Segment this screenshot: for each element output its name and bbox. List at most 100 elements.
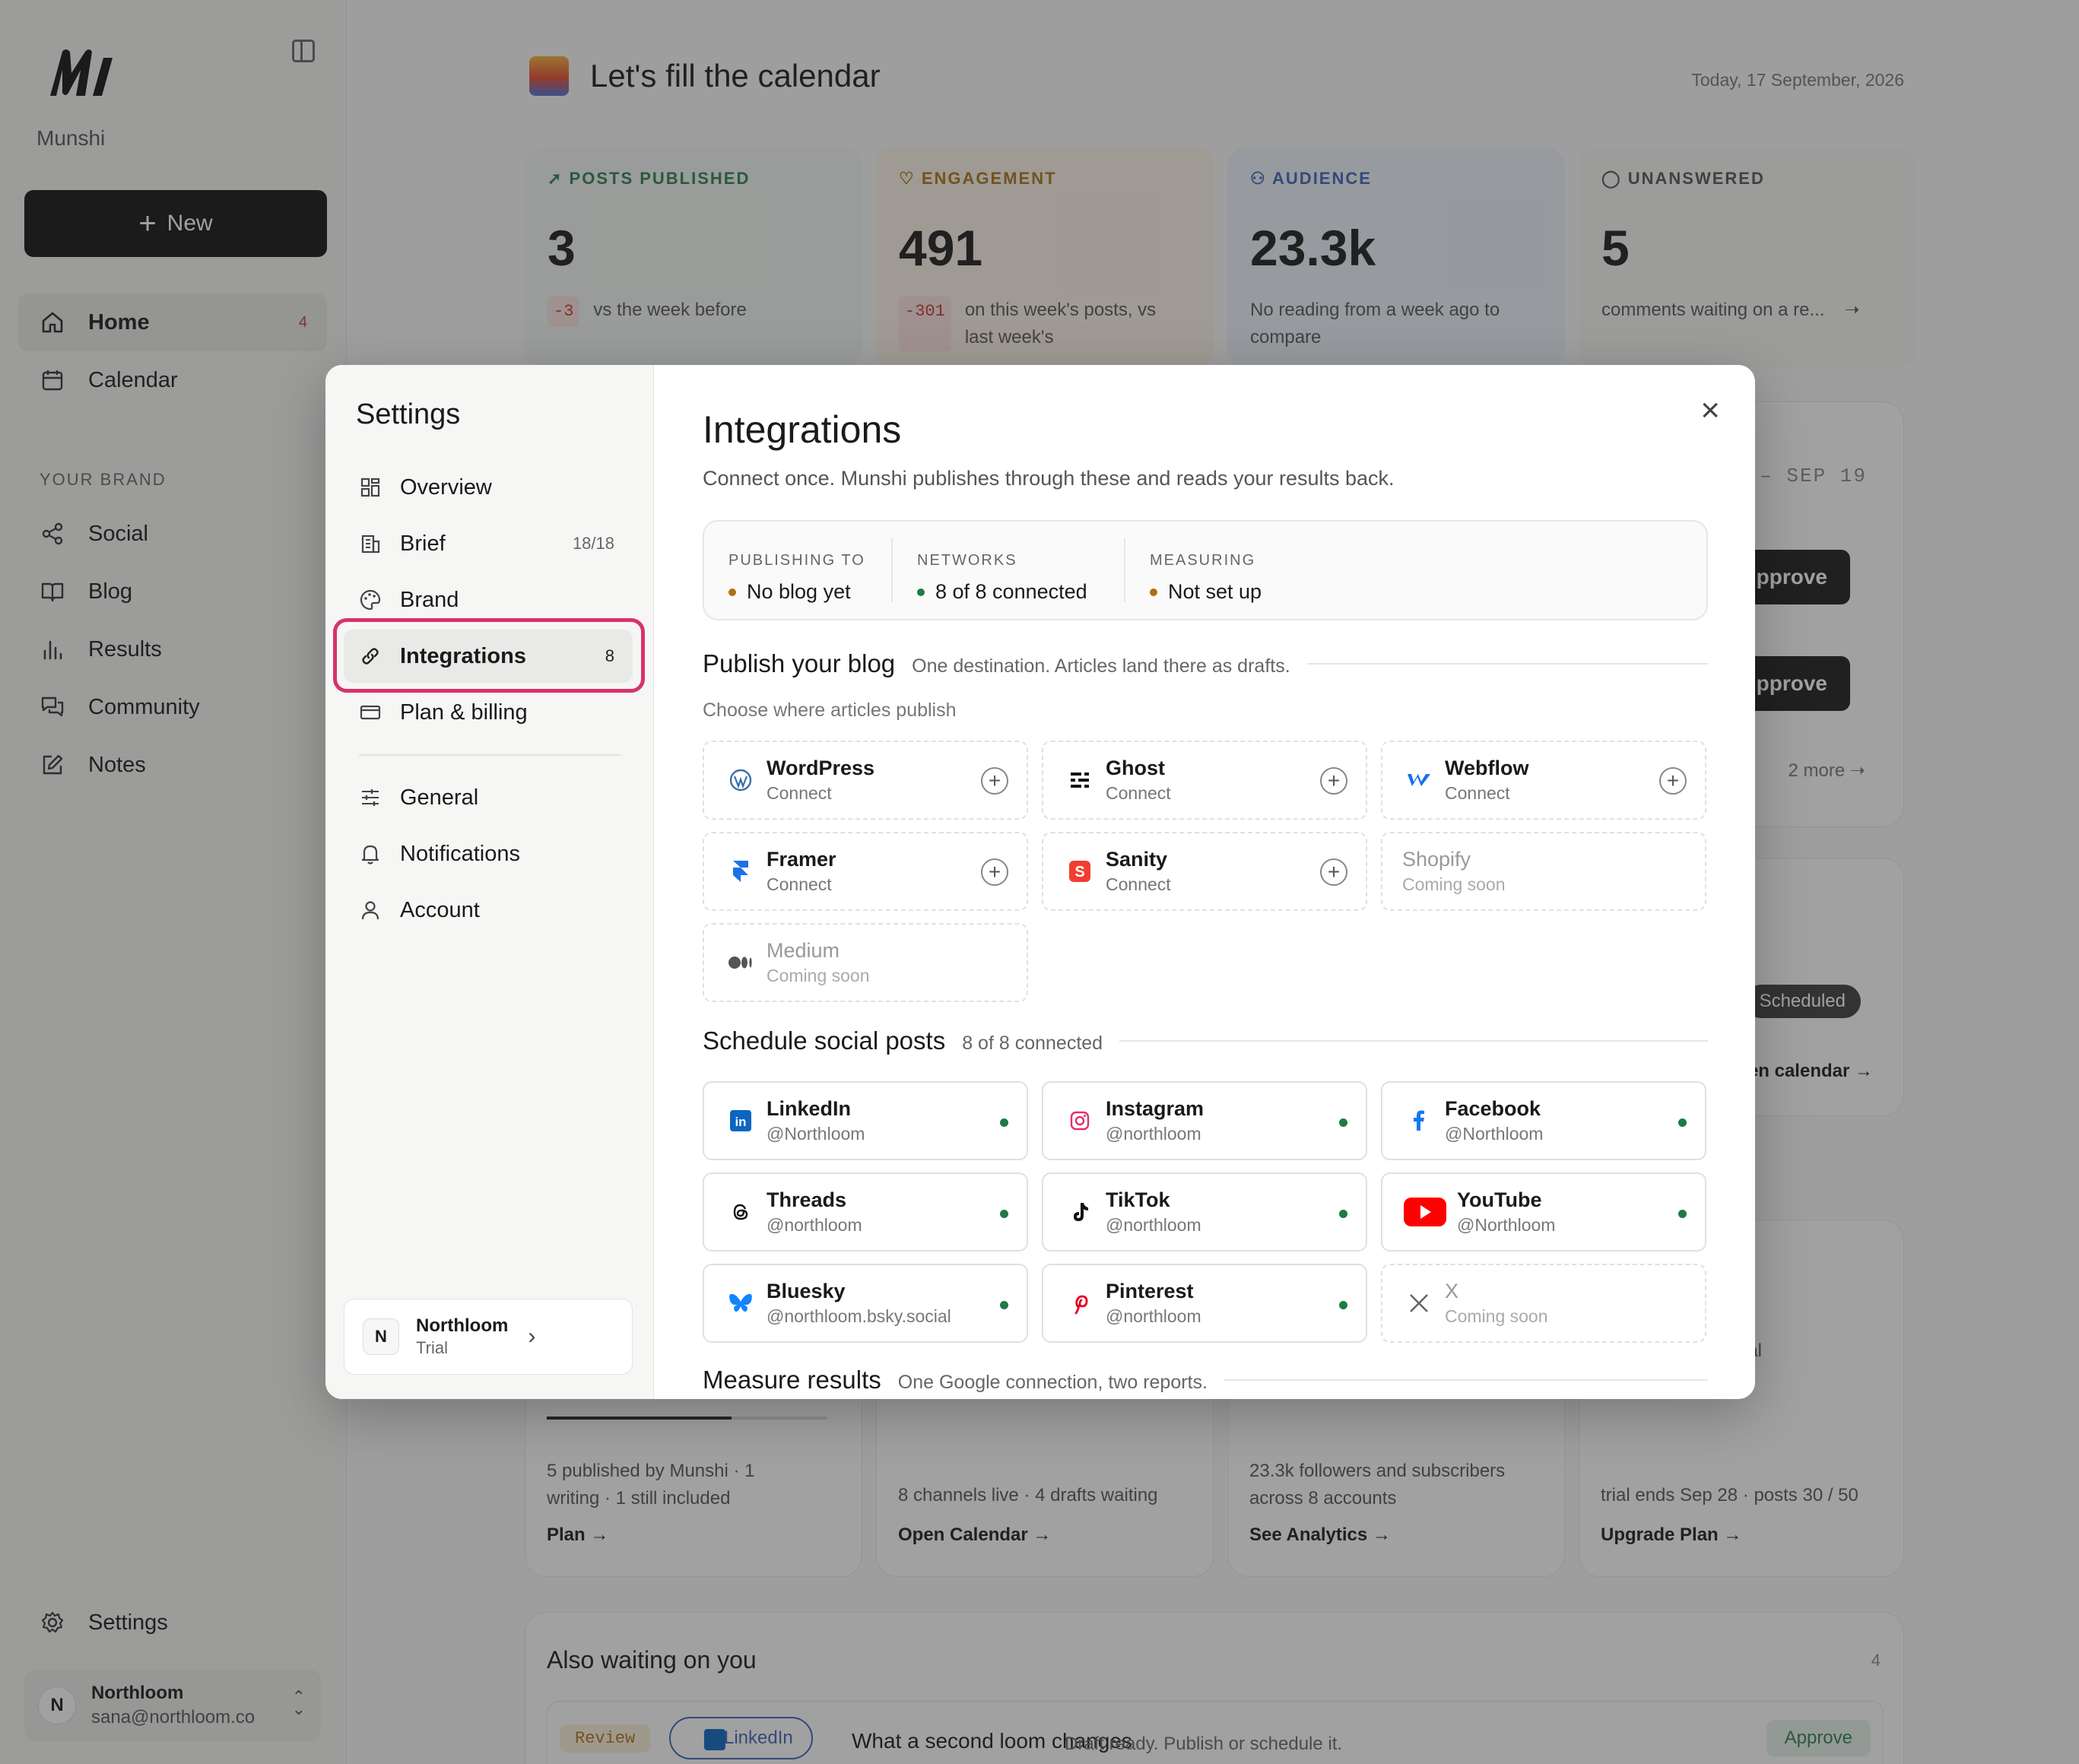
- tile-name: Bluesky: [767, 1280, 846, 1302]
- chevron-right-icon: ›: [528, 1324, 536, 1349]
- settings-item-notifications[interactable]: Notifications: [344, 827, 633, 880]
- tile-facebook[interactable]: Facebook @Northloom: [1381, 1081, 1706, 1160]
- settings-title: Settings: [356, 398, 461, 430]
- settings-item-overview[interactable]: Overview: [344, 461, 633, 514]
- tile-name: X: [1445, 1280, 1459, 1302]
- tile-name: Facebook: [1445, 1097, 1541, 1120]
- plus-icon[interactable]: +: [1320, 767, 1347, 795]
- tile-framer[interactable]: Framer Connect +: [703, 832, 1028, 911]
- tile-handle: @Northloom: [1457, 1215, 1556, 1235]
- tile-pinterest[interactable]: Pinterest @northloom: [1042, 1264, 1367, 1343]
- tile-ghost[interactable]: Ghost Connect +: [1042, 741, 1367, 820]
- settings-item-account[interactable]: Account: [344, 884, 633, 937]
- tile-name: Instagram: [1106, 1097, 1205, 1120]
- tile-handle: @Northloom: [767, 1124, 865, 1144]
- settings-item-general[interactable]: General: [344, 771, 633, 824]
- settings-item-label: Overview: [400, 474, 492, 500]
- tile-handle: @northloom: [1106, 1215, 1201, 1235]
- settings-item-label: Brand: [400, 587, 459, 612]
- tile-bluesky[interactable]: Bluesky @northloom.bsky.social: [703, 1264, 1028, 1343]
- settings-item-brief[interactable]: Brief 18/18: [344, 517, 633, 570]
- tile-x: X Coming soon: [1381, 1264, 1706, 1343]
- tile-name: Pinterest: [1106, 1280, 1194, 1302]
- org-name: Northloom: [416, 1315, 509, 1336]
- plus-icon[interactable]: +: [1320, 858, 1347, 886]
- section-rule: [1306, 663, 1708, 665]
- grid-icon: [357, 474, 383, 500]
- bell-icon: [357, 841, 383, 867]
- tile-handle: Coming soon: [1445, 1306, 1548, 1326]
- medium-icon: [724, 946, 757, 979]
- plus-icon[interactable]: +: [1659, 767, 1687, 795]
- tile-status: Coming soon: [1402, 874, 1506, 894]
- status-dot: [917, 588, 925, 596]
- status-dot: [728, 588, 736, 596]
- tile-name: LinkedIn: [767, 1097, 852, 1120]
- tile-status: Connect: [1106, 783, 1171, 803]
- settings-item-label: Plan & billing: [400, 700, 528, 725]
- tile-handle: @Northloom: [1445, 1124, 1544, 1144]
- settings-sidebar: Settings Overview Brief 18/18 Brand Inte…: [325, 365, 654, 1399]
- connected-dot: [1339, 1301, 1347, 1309]
- svg-text:S: S: [1074, 864, 1084, 880]
- youtube-icon: [1402, 1195, 1448, 1229]
- bluesky-icon: [724, 1287, 757, 1320]
- tiktok-icon: [1063, 1195, 1097, 1229]
- settings-item-label: Account: [400, 897, 480, 922]
- tile-wordpress[interactable]: WordPress Connect +: [703, 741, 1028, 820]
- blog-section-header: Publish your blog One destination. Artic…: [703, 649, 1708, 678]
- tile-sanity[interactable]: S Sanity Connect +: [1042, 832, 1367, 911]
- plus-icon[interactable]: +: [981, 767, 1008, 795]
- summary-publishing: PUBLISHING TO No blog yet: [704, 538, 893, 603]
- tile-webflow[interactable]: Webflow Connect +: [1381, 741, 1706, 820]
- summary-measuring: MEASURING Not set up: [1125, 538, 1354, 603]
- connected-dot: [1000, 1210, 1008, 1218]
- brief-count: 18/18: [572, 534, 614, 553]
- instagram-icon: [1063, 1104, 1097, 1137]
- tile-name: Webflow: [1445, 757, 1529, 779]
- social-section-subtitle: 8 of 8 connected: [962, 1033, 1103, 1054]
- choose-label: Choose where articles publish: [703, 700, 957, 721]
- tile-name: Threads: [767, 1188, 847, 1211]
- sliders-icon: [357, 785, 383, 811]
- connected-dot: [1339, 1210, 1347, 1218]
- palette-icon: [357, 587, 383, 613]
- section-rule: [1119, 1040, 1708, 1042]
- tile-handle: @northloom: [767, 1215, 862, 1235]
- framer-icon: [724, 855, 757, 888]
- facebook-icon: [1402, 1104, 1436, 1137]
- wordpress-icon: [724, 763, 757, 797]
- tile-status: Connect: [767, 783, 832, 803]
- tile-threads[interactable]: Threads @northloom: [703, 1172, 1028, 1252]
- pinterest-icon: [1063, 1287, 1097, 1320]
- status-summary: PUBLISHING TO No blog yet NETWORKS 8 of …: [703, 520, 1708, 620]
- summary-label: MEASURING: [1150, 552, 1256, 569]
- tile-handle: @northloom: [1106, 1306, 1201, 1326]
- settings-item-plan-billing[interactable]: Plan & billing: [344, 686, 633, 739]
- integrations-description: Connect once. Munshi publishes through t…: [703, 467, 1395, 490]
- credit-card-icon: [357, 700, 383, 725]
- connected-dot: [1000, 1118, 1008, 1127]
- tile-status: Coming soon: [767, 966, 870, 985]
- tile-instagram[interactable]: Instagram @northloom: [1042, 1081, 1367, 1160]
- settings-modal: Settings Overview Brief 18/18 Brand Inte…: [325, 365, 1755, 1399]
- ghost-icon: [1063, 763, 1097, 797]
- tile-shopify: Shopify Coming soon: [1381, 832, 1706, 911]
- linkedin-icon: in: [724, 1104, 757, 1137]
- tile-tiktok[interactable]: TikTok @northloom: [1042, 1172, 1367, 1252]
- social-section-header: Schedule social posts 8 of 8 connected: [703, 1026, 1708, 1055]
- org-switcher[interactable]: N Northloom Trial ›: [344, 1299, 633, 1375]
- tile-linkedin[interactable]: in LinkedIn @Northloom: [703, 1081, 1028, 1160]
- building-icon: [357, 531, 383, 557]
- selection-highlight: [333, 618, 645, 693]
- tile-name: Sanity: [1106, 848, 1168, 871]
- close-icon[interactable]: ×: [1700, 394, 1720, 427]
- sanity-icon: S: [1063, 855, 1097, 888]
- summary-value-text: 8 of 8 connected: [935, 580, 1087, 603]
- connected-dot: [1000, 1301, 1008, 1309]
- status-dot: [1150, 588, 1157, 596]
- measure-section-subtitle: One Google connection, two reports.: [897, 1372, 1208, 1393]
- tile-youtube[interactable]: YouTube @Northloom: [1381, 1172, 1706, 1252]
- plus-icon[interactable]: +: [981, 858, 1008, 886]
- summary-value: 8 of 8 connected: [917, 580, 1124, 604]
